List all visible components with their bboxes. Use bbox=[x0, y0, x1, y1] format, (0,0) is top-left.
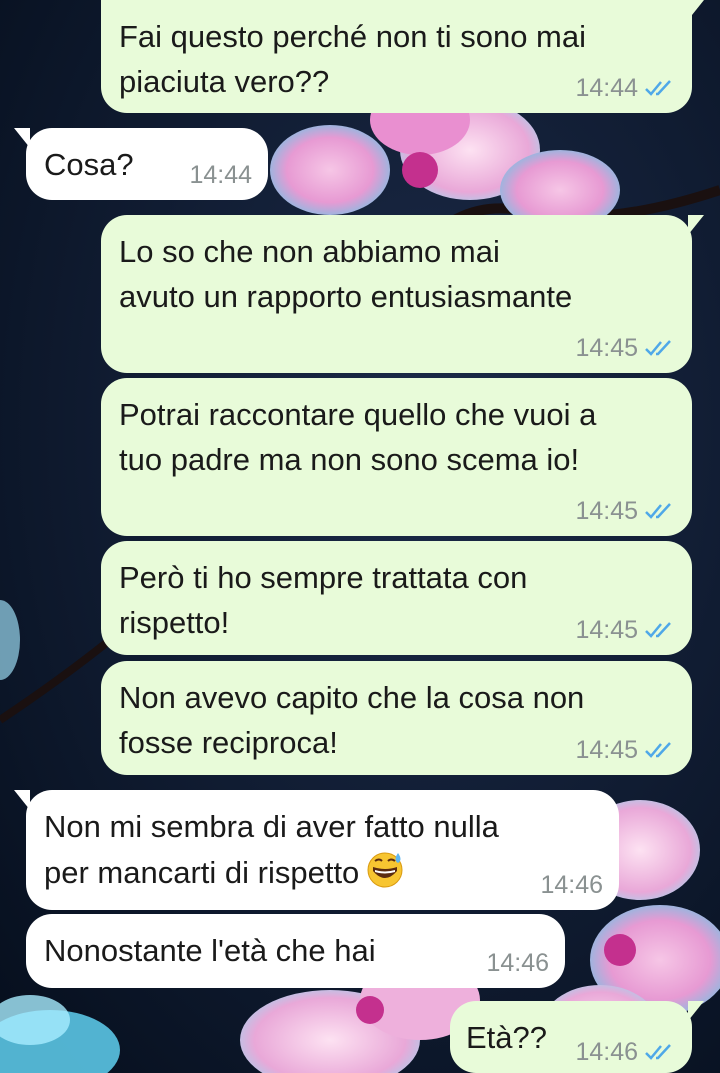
message-meta: 14:45 bbox=[575, 333, 676, 363]
message-meta: 14:46 bbox=[575, 1037, 676, 1067]
read-ticks-icon bbox=[645, 742, 671, 758]
message-meta: 14:45 bbox=[575, 615, 676, 645]
message-bubble-outgoing[interactable]: Fai questo perché non ti sono mai piaciu… bbox=[101, 0, 704, 113]
read-ticks-icon bbox=[645, 503, 671, 519]
message-time: 14:46 bbox=[486, 949, 549, 977]
message-bubble-outgoing[interactable]: Potrai raccontare quello che vuoi a tuo … bbox=[101, 378, 692, 536]
message-text: Nonostante l'età che hai bbox=[44, 933, 376, 968]
message-bubble-incoming[interactable]: Cosa? 14:44 bbox=[14, 128, 268, 200]
message-text-body: Non mi sembra di aver fatto nulla per ma… bbox=[44, 809, 499, 890]
message-meta: 14:45 bbox=[575, 496, 676, 526]
message-meta: 14:44 bbox=[575, 73, 676, 103]
message-bubble-outgoing[interactable]: Non avevo capito che la cosa non fosse r… bbox=[101, 661, 692, 775]
message-time: 14:45 bbox=[575, 616, 638, 644]
message-meta: 14:45 bbox=[575, 735, 676, 765]
message-time: 14:44 bbox=[189, 161, 252, 189]
message-text: Potrai raccontare quello che vuoi a tuo … bbox=[119, 397, 597, 477]
message-text: Non mi sembra di aver fatto nulla per ma… bbox=[44, 804, 599, 895]
message-text: Lo so che non abbiamo mai avuto un rappo… bbox=[119, 234, 573, 314]
message-time: 14:44 bbox=[575, 74, 638, 102]
chat-area[interactable]: Fai questo perché non ti sono mai piaciu… bbox=[0, 0, 720, 1073]
message-meta: 14:44 bbox=[189, 160, 252, 190]
message-bubble-outgoing[interactable]: Età?? 14:46 bbox=[450, 1001, 704, 1073]
message-meta: 14:46 bbox=[540, 870, 603, 900]
read-ticks-icon bbox=[645, 622, 671, 638]
message-bubble-outgoing[interactable]: Lo so che non abbiamo mai avuto un rappo… bbox=[101, 215, 704, 373]
grinning-sweat-emoji-icon bbox=[367, 852, 403, 888]
message-time: 14:46 bbox=[540, 871, 603, 899]
message-time: 14:46 bbox=[575, 1038, 638, 1066]
message-bubble-outgoing[interactable]: Però ti ho sempre trattata con rispetto!… bbox=[101, 541, 692, 655]
message-bubble-incoming[interactable]: Non mi sembra di aver fatto nulla per ma… bbox=[14, 790, 619, 910]
read-ticks-icon bbox=[645, 1044, 671, 1060]
message-bubble-incoming[interactable]: Nonostante l'età che hai 14:46 bbox=[26, 914, 565, 988]
message-time: 14:45 bbox=[575, 334, 638, 362]
read-ticks-icon bbox=[645, 340, 671, 356]
message-time: 14:45 bbox=[575, 736, 638, 764]
message-meta: 14:46 bbox=[486, 948, 549, 978]
message-time: 14:45 bbox=[575, 497, 638, 525]
read-ticks-icon bbox=[645, 80, 671, 96]
